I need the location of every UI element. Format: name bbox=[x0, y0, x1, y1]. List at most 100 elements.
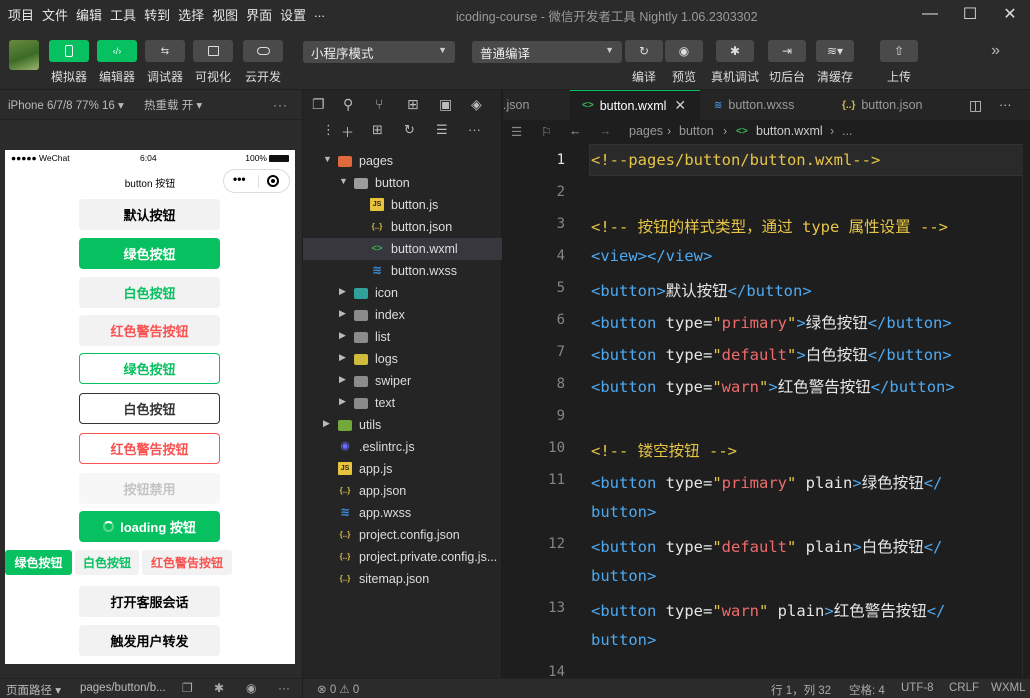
folder-row[interactable]: ▼ pages bbox=[303, 150, 502, 172]
bookmark-icon[interactable]: ⚐ bbox=[541, 124, 552, 139]
editor-scrollbar[interactable] bbox=[1022, 144, 1030, 678]
chevron-right-icon[interactable]: ▶ bbox=[323, 418, 330, 429]
mini-warn-button[interactable]: 红色警告按钮 bbox=[142, 550, 232, 575]
code-line[interactable]: <!-- 按钮的样式类型，通过 type 属性设置 --> bbox=[591, 215, 948, 237]
cloud-dev-button[interactable] bbox=[243, 40, 283, 62]
file-row[interactable]: {..} project.private.config.js... bbox=[303, 546, 502, 568]
chevron-down-icon[interactable]: ▼ bbox=[339, 176, 348, 186]
chevron-right-icon[interactable]: ▶ bbox=[339, 374, 346, 385]
background-button[interactable]: ⇥ bbox=[768, 40, 806, 62]
code-line[interactable]: <button type="default" plain>白色按钮</ bbox=[591, 535, 942, 557]
forward-arrow-icon[interactable]: → bbox=[599, 124, 612, 138]
hot-reload-select[interactable]: 热重载 开 ▾ bbox=[144, 97, 202, 113]
visual-toggle-button[interactable] bbox=[193, 40, 233, 62]
close-mini-program-icon[interactable] bbox=[267, 175, 279, 187]
chevron-right-icon[interactable]: ▶ bbox=[339, 396, 346, 407]
device-select[interactable]: iPhone 6/7/8 77% 16 ▾ bbox=[8, 98, 124, 112]
menu-item-select[interactable]: 选择 bbox=[178, 5, 204, 24]
file-row[interactable]: JS button.js bbox=[303, 194, 502, 216]
menu-item-more[interactable]: ... bbox=[314, 5, 325, 24]
chevron-down-icon[interactable]: ▼ bbox=[323, 154, 332, 164]
file-row[interactable]: ≋ app.wxss bbox=[303, 502, 502, 524]
menu-item-edit[interactable]: 编辑 bbox=[76, 5, 102, 24]
clear-cache-button[interactable]: ≋▾ bbox=[816, 40, 854, 62]
refresh-icon[interactable]: ↻ bbox=[404, 122, 415, 138]
file-row[interactable]: <> button.wxml bbox=[303, 238, 502, 260]
menu-item-interface[interactable]: 界面 bbox=[246, 5, 272, 24]
collapse-all-icon[interactable]: ☰ bbox=[436, 122, 448, 138]
more-dots-icon[interactable]: ••• bbox=[233, 172, 246, 186]
file-row[interactable]: {..} project.config.json bbox=[303, 524, 502, 546]
mini-default-button[interactable]: 白色按钮 bbox=[75, 550, 139, 575]
compile-button[interactable]: ↻ bbox=[625, 40, 663, 62]
preview-button[interactable]: ◉ bbox=[665, 40, 703, 62]
debugger-toggle-button[interactable]: ⇆ bbox=[145, 40, 185, 62]
language-mode[interactable]: WXML bbox=[991, 682, 1026, 694]
code-line[interactable]: <view></view> bbox=[591, 247, 712, 265]
tab-button-wxml[interactable]: <> button.wxml ✕ bbox=[570, 90, 700, 120]
code-line[interactable]: <button type="warn">红色警告按钮</button> bbox=[591, 375, 955, 397]
outline-icon[interactable]: ☰ bbox=[511, 124, 522, 139]
new-file-icon[interactable]: ＋ bbox=[341, 122, 354, 141]
breadcrumb-item-button[interactable]: button bbox=[679, 124, 714, 138]
breadcrumb-item-file[interactable]: button.wxml bbox=[756, 124, 823, 138]
menu-item-tools[interactable]: 工具 bbox=[110, 5, 136, 24]
bug-icon[interactable]: ✱ bbox=[214, 681, 224, 695]
source-control-icon[interactable]: ⑂ bbox=[375, 96, 383, 112]
code-line[interactable]: <button type="primary">绿色按钮</button> bbox=[591, 311, 952, 333]
chevron-right-icon[interactable]: ▶ bbox=[339, 330, 346, 341]
line-ending[interactable]: CRLF bbox=[949, 682, 979, 694]
folder-row[interactable]: ▶ text bbox=[303, 392, 502, 414]
cursor-position[interactable]: 行 1，列 32 bbox=[771, 682, 831, 698]
chevron-right-icon[interactable]: ▶ bbox=[339, 308, 346, 319]
editor-toggle-button[interactable]: ‹/› bbox=[97, 40, 137, 62]
upload-button[interactable]: ⇧ bbox=[880, 40, 918, 62]
folder-row[interactable]: ▼ button bbox=[303, 172, 502, 194]
more-icon[interactable]: » bbox=[991, 42, 1000, 60]
code-line[interactable]: <button type="warn" plain>红色警告按钮</ bbox=[591, 599, 945, 621]
minimize-button[interactable]: — bbox=[910, 0, 950, 28]
white-button[interactable]: 白色按钮 bbox=[79, 277, 220, 308]
primary-button[interactable]: 绿色按钮 bbox=[79, 238, 220, 269]
mode-select[interactable]: 小程序模式 ▼ bbox=[303, 41, 455, 63]
tab-json[interactable]: .json bbox=[503, 90, 567, 120]
menu-item-file[interactable]: 文件 bbox=[42, 5, 68, 24]
contact-button[interactable]: 打开客服会话 bbox=[79, 586, 220, 617]
code-line[interactable]: <!--pages/button/button.wxml--> bbox=[591, 151, 880, 169]
indentation[interactable]: 空格: 4 bbox=[849, 682, 885, 698]
menu-item-settings[interactable]: 设置 bbox=[280, 5, 306, 24]
file-row[interactable]: {..} button.json bbox=[303, 216, 502, 238]
simulator-toggle-button[interactable] bbox=[49, 40, 89, 62]
file-row[interactable]: {..} sitemap.json bbox=[303, 568, 502, 590]
save-icon[interactable]: ▣ bbox=[439, 96, 452, 113]
more-icon[interactable]: ··· bbox=[468, 122, 481, 137]
tab-button-json[interactable]: {..} button.json bbox=[832, 90, 960, 120]
default-button[interactable]: 默认按钮 bbox=[79, 199, 220, 230]
compile-select[interactable]: 普通编译 ▼ bbox=[472, 41, 622, 63]
folder-row[interactable]: ▶ swiper bbox=[303, 370, 502, 392]
share-button[interactable]: 触发用户转发 bbox=[79, 625, 220, 656]
chevron-right-icon[interactable]: ▶ bbox=[339, 352, 346, 363]
file-row[interactable]: ≋ button.wxss bbox=[303, 260, 502, 282]
warn-button[interactable]: 红色警告按钮 bbox=[79, 315, 220, 346]
loading-button[interactable]: loading 按钮 bbox=[79, 511, 220, 542]
chevron-right-icon[interactable]: ▶ bbox=[339, 286, 346, 297]
copy-icon[interactable]: ❐ bbox=[182, 681, 193, 695]
capsule-menu[interactable]: ••• bbox=[223, 169, 290, 193]
menu-item-goto[interactable]: 转到 bbox=[144, 5, 170, 24]
plain-warn-button[interactable]: 红色警告按钮 bbox=[79, 433, 220, 464]
code-line[interactable]: button> bbox=[591, 567, 656, 585]
plain-default-button[interactable]: 白色按钮 bbox=[79, 393, 220, 424]
code-line[interactable]: <button type="primary" plain>绿色按钮</ bbox=[591, 471, 942, 493]
menu-item-project[interactable]: 项目 bbox=[8, 5, 34, 24]
plain-primary-button[interactable]: 绿色按钮 bbox=[79, 353, 220, 384]
folder-row[interactable]: ▶ icon bbox=[303, 282, 502, 304]
problems-indicator[interactable]: ⊗ 0 ⚠ 0 bbox=[317, 682, 359, 696]
file-row[interactable]: ◉ .eslintrc.js bbox=[303, 436, 502, 458]
code-line[interactable]: <!-- 镂空按钮 --> bbox=[591, 439, 737, 461]
page-path-select[interactable]: 页面路径 ▾ bbox=[6, 682, 61, 698]
phone-screen[interactable]: ●●●●● WeChat 6:04 100% button 按钮 ••• 默认按… bbox=[5, 150, 295, 664]
folder-row[interactable]: ▶ logs bbox=[303, 348, 502, 370]
mini-primary-button[interactable]: 绿色按钮 bbox=[5, 550, 72, 575]
code-editor[interactable]: 1 <!--pages/button/button.wxml--> 2 3 <!-- 按… bbox=[503, 144, 1030, 678]
